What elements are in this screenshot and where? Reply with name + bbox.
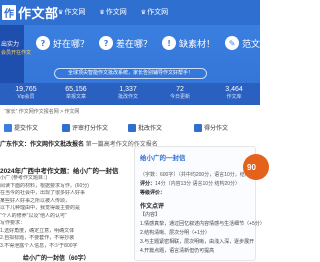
nav-item-2[interactable]: ♛作文网: [99, 0, 126, 25]
ribbon-line1: 出实力: [1, 42, 20, 48]
stats-bar: 19,765 Vip会员 65,156 举报文章 1,337 批改作文 72 今日更新 …: [0, 83, 260, 105]
tab-result[interactable]: 得分作文: [194, 122, 228, 133]
ribbon-line2: 会员开在作文: [1, 50, 32, 56]
score-detail: 14分（内容13分 语言10分 结构20分）: [155, 181, 241, 187]
nav-item-label: 作文网: [147, 8, 169, 16]
nav-item-1[interactable]: ♛作文网: [58, 0, 85, 25]
review-title: 给小广的一封信: [140, 152, 186, 162]
tab-label: 提交作文: [14, 126, 39, 132]
score-label: 评分：: [140, 181, 156, 187]
article-paragraph: 写作要求：: [0, 220, 26, 226]
logo-text: 作文部: [18, 7, 59, 22]
crown-icon: ♛: [99, 9, 105, 16]
article-paragraph: 在当今的社会中，出现了很多好人好事: [0, 190, 86, 196]
crown-icon: ♛: [58, 9, 64, 16]
article-paragraph: 2.自拟标题，不要套作，不得抄袭: [0, 235, 75, 241]
score-badge: 90: [243, 154, 269, 180]
article-paragraph: 3.不得泄露个人信息，不少于800字: [0, 242, 78, 249]
exclamation-icon: !: [162, 36, 177, 50]
stat-value: 72: [176, 86, 184, 93]
article-paragraph: 某些好人好事之所以被人传颂，: [0, 197, 71, 204]
pen-icon: ✎: [225, 36, 240, 50]
stat-reports: 65,156 举报文章: [56, 85, 96, 101]
card-label: 缺素材！: [179, 39, 216, 50]
stat-label: 作文库: [226, 94, 242, 100]
tab-correct[interactable]: 批改作文: [128, 122, 162, 133]
side-ribbon[interactable]: 出实力 会员开在作文: [0, 25, 31, 90]
square-icon: [128, 123, 136, 132]
card-label: 好在哪？: [53, 39, 90, 50]
hero-slogan[interactable]: 全球顶尖智能作文批改系统，家长告别辅导作文好帮手！: [54, 68, 207, 79]
review-title-text: 给小广的一封信: [140, 155, 186, 162]
stat-label: 今日更新: [169, 94, 190, 100]
tab-bar: 提交作文 评审打分作文 批改作文 得分作文: [0, 120, 260, 136]
tab-label: 评审打分作文: [72, 126, 109, 132]
tab-score[interactable]: 评审打分作文: [62, 122, 108, 133]
grade-label: 等级评价：: [140, 190, 166, 196]
article-paragraph: 1.选好角度，确定立意，明确文体: [0, 227, 75, 234]
review-panel: 给小广的一封信 （字数：600字）（共中均200分，语言10分，结构20分） 评…: [134, 146, 265, 261]
top-navbar: 作 作文部 ♛作文网 ♛作文网 ♛作文网: [0, 0, 260, 25]
square-icon: [62, 123, 70, 132]
review-score-line: 评分：14分（内容13分 语言10分 结构20分）: [140, 180, 240, 187]
card-strengths[interactable]: ? 好在哪？: [36, 36, 89, 50]
stat-value: 19,765: [15, 86, 37, 93]
nav-item-label: 作文网: [64, 8, 86, 16]
review-item: 1.情感真挚，通过回忆叙述内容情感与生活细节（+5分）: [140, 221, 265, 227]
article-paragraph: 以下几种理由中，我觉得最主要的是: [0, 205, 81, 211]
question-icon: ?: [36, 36, 50, 50]
feature-cards: ? 好在哪？ ? 差在哪？ ! 缺素材！ ✎ 范文库: [36, 36, 279, 50]
stat-label: 举报文章: [65, 94, 86, 100]
review-item: 3.与主题紧密相联，层次明晰，由浅入深，逐步展开: [140, 239, 255, 245]
stat-label: Vip会员: [17, 94, 35, 100]
stat-today: 72 今日更新: [160, 85, 200, 101]
nav-item-3[interactable]: ♛作文网: [141, 0, 168, 25]
article-paragraph: “个人的修养”以及“他人的认可”: [0, 212, 67, 219]
crown-icon: ♛: [140, 9, 147, 16]
review-item: 【内容】: [140, 212, 161, 218]
breadcrumb[interactable]: “家长” 作文网作文报名网 > 作文网: [4, 108, 79, 115]
tab-submit[interactable]: 提交作文: [4, 122, 38, 133]
question-icon: ?: [99, 36, 114, 50]
square-icon: [194, 123, 202, 132]
article-header-main: 广东作文：作文网作文批改报名: [0, 142, 85, 148]
article-body: 小广 (参考作文题目：) 阅读下面的材料，根据要求写作。(60分) 在当今的社会…: [0, 175, 132, 250]
tab-label: 批改作文: [138, 126, 163, 132]
review-item: 2.结构清晰、层次分明（+1分）: [140, 230, 210, 236]
article-paragraph: 小广 (参考作文题目：): [0, 175, 48, 181]
review-item: 4.开篇点题，语言清新但仍可提高: [140, 248, 215, 254]
logo-icon: 作: [2, 5, 16, 20]
stat-value: 3,464: [225, 86, 243, 93]
article-title[interactable]: 2024年广西中考作文题：给小广的一封信: [0, 165, 118, 175]
card-samples[interactable]: ✎ 范文库: [225, 36, 269, 50]
stat-value: 65,156: [65, 86, 87, 93]
card-materials[interactable]: ! 缺素材！: [162, 36, 215, 50]
tab-label: 得分作文: [204, 126, 229, 132]
card-weaknesses[interactable]: ? 差在哪？: [99, 36, 152, 50]
review-grade-line: 等级评价：: [140, 189, 165, 196]
site-logo[interactable]: 作 作文部: [2, 3, 59, 22]
card-label: 范文库: [242, 39, 270, 50]
stat-library: 3,464 作文库: [214, 85, 254, 101]
article-paragraph: 阅读下面的材料，根据要求写作。(60分): [0, 182, 89, 189]
stat-value: 1,337: [119, 86, 137, 93]
review-section-title: 作文点评: [140, 204, 165, 210]
nav-menu: ♛作文网 ♛作文网 ♛作文网: [58, 0, 182, 25]
nav-item-label: 作文网: [105, 8, 127, 16]
square-icon: [4, 123, 12, 132]
stat-vip: 19,765 Vip会员: [6, 85, 46, 101]
card-label: 差在哪？: [116, 39, 153, 50]
stat-corrected: 1,337 批改作文: [108, 85, 148, 101]
stat-label: 批改作文: [117, 94, 138, 100]
